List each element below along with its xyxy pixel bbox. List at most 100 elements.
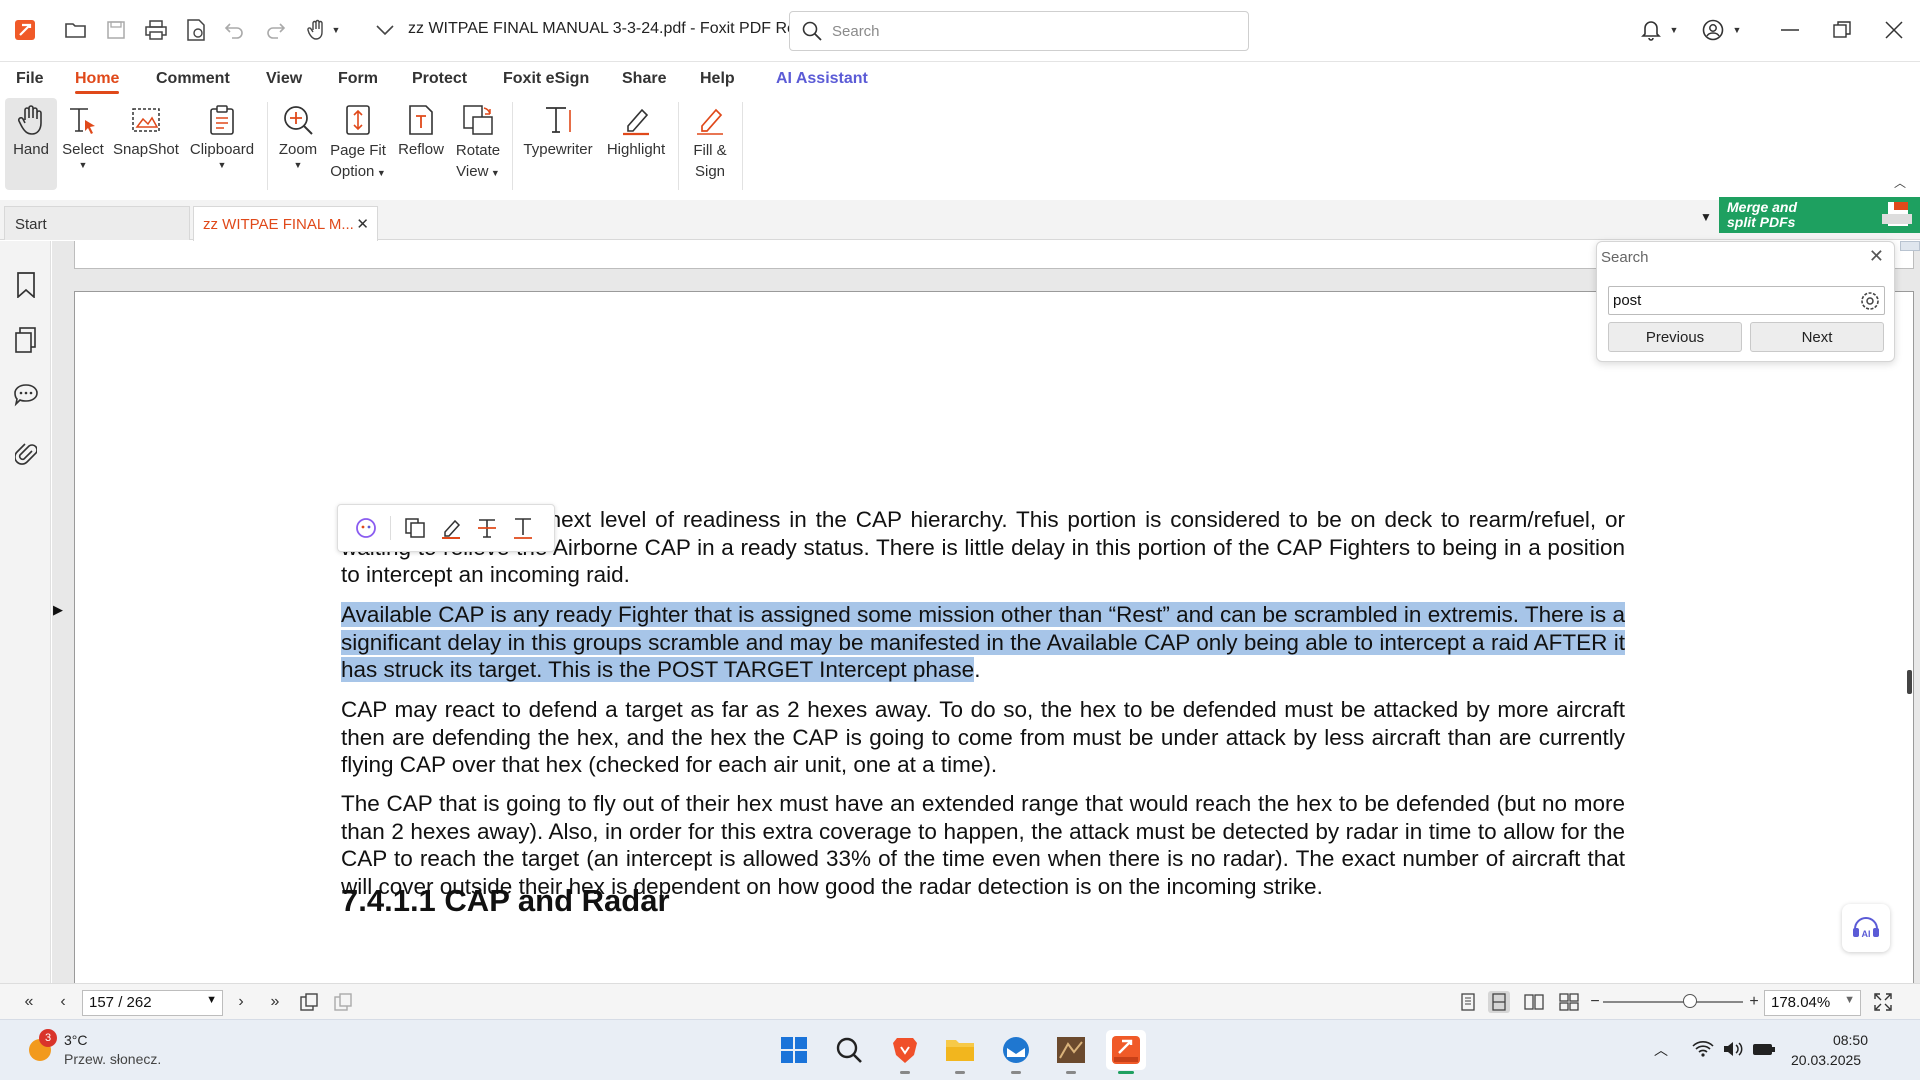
menu-tab-protect[interactable]: Protect [412,70,467,88]
create-pdf-icon[interactable] [181,15,211,45]
battery-icon[interactable] [1752,1040,1776,1063]
restore-window-icon[interactable] [1827,15,1857,45]
redo-icon[interactable] [261,15,291,45]
search-next-button[interactable]: Next [1750,322,1884,352]
global-search-box[interactable] [789,11,1249,51]
previous-page-icon[interactable]: ‹ [52,991,74,1013]
quick-access-menu-icon[interactable] [370,15,400,45]
previous-view-icon[interactable] [298,991,320,1013]
highlight-text-icon[interactable] [439,516,463,540]
tab-current-document[interactable]: zz WITPAE FINAL M... ✕ [193,206,378,241]
volume-icon[interactable] [1722,1040,1744,1063]
tab-start[interactable]: Start [4,206,190,240]
menu-tab-home[interactable]: Home [75,70,120,94]
open-folder-icon[interactable] [61,15,91,45]
zoom-in-icon[interactable]: + [1743,991,1765,1013]
strikethrough-icon[interactable] [475,516,499,540]
ribbon-separator [742,102,743,190]
menu-tab-help[interactable]: Help [700,70,735,88]
global-search-input[interactable] [832,20,1232,42]
clipboard-label: Clipboard [189,141,255,158]
next-view-icon[interactable] [332,991,354,1013]
menu-tab-form[interactable]: Form [338,70,378,88]
foxit-reader-taskbar-icon[interactable] [1106,1030,1146,1074]
page-thumbnails-icon[interactable] [12,326,40,354]
weather-description[interactable]: Przew. słonecz. [64,1051,161,1067]
clock-time[interactable]: 08:50 [1828,1032,1868,1048]
ai-assistant-icon[interactable] [354,516,378,540]
save-icon[interactable] [101,15,131,45]
chevron-down-icon[interactable]: ▼ [326,15,346,45]
menu-tab-ai-assistant[interactable]: AI Assistant [776,70,868,88]
zoom-button[interactable]: Zoom ▼ [274,98,322,190]
typewriter-button[interactable]: Typewriter [518,98,598,190]
zoom-slider-track[interactable] [1603,1001,1743,1003]
paragraph-available-cap[interactable]: Available CAP is any ready Fighter that … [341,601,1625,684]
expand-panel-arrow-icon[interactable]: ▶ [53,602,63,618]
undo-icon[interactable] [219,15,249,45]
account-avatar-icon[interactable] [1698,15,1728,45]
full-screen-icon[interactable] [1872,991,1894,1013]
facing-view-icon[interactable] [1523,991,1545,1013]
page-fit-option-button[interactable]: Page Fit Option ▼ [326,98,390,190]
chevron-down-icon[interactable]: ▼ [1664,15,1684,45]
search-previous-button[interactable]: Previous [1608,322,1742,352]
page-number-field[interactable]: 157 / 262 ▼ [82,990,223,1016]
snapshot-button[interactable]: SnapShot [111,98,181,190]
comments-icon[interactable] [12,381,40,409]
attachment-paperclip-icon[interactable] [12,439,40,467]
print-icon[interactable] [141,15,171,45]
weather-temperature[interactable]: 3°C [64,1032,88,1048]
weather-sun-icon[interactable]: 3 [26,1029,57,1064]
menu-tab-comment[interactable]: Comment [156,70,230,88]
next-page-icon[interactable]: › [230,991,252,1013]
close-search-icon[interactable]: ✕ [1869,246,1884,267]
single-page-view-icon[interactable] [1457,991,1479,1013]
continuous-view-icon[interactable] [1488,991,1510,1013]
menu-tab-foxit-esign[interactable]: Foxit eSign [503,70,589,88]
menu-tab-view[interactable]: View [266,70,302,88]
clipboard-button[interactable]: Clipboard ▼ [186,98,258,190]
close-tab-icon[interactable]: ✕ [356,215,369,233]
hand-button[interactable]: Hand [5,98,57,190]
underline-text-icon[interactable] [511,516,535,540]
search-highlight-selection[interactable]: Available CAP is any ready Fighter that … [341,602,1625,682]
highlight-button[interactable]: Highlight [602,98,670,190]
menu-tab-share[interactable]: Share [622,70,666,88]
document-tab-bar: Start zz WITPAE FINAL M... ✕ ▼ [0,200,1920,241]
tab-list-dropdown-icon[interactable]: ▼ [1700,210,1712,224]
thunderbird-icon[interactable] [996,1030,1036,1074]
reflow-button[interactable]: Reflow [394,98,448,190]
merge-split-promo-banner[interactable]: Merge and split PDFs [1719,197,1920,233]
zoom-slider-thumb[interactable] [1683,994,1697,1008]
first-page-icon[interactable]: « [18,991,40,1013]
collapse-ribbon-icon[interactable]: ︿ [1894,174,1906,191]
paragraph-cap-range[interactable]: CAP may react to defend a target as far … [341,696,1625,779]
fill-and-sign-button[interactable]: Fill & Sign [684,98,736,190]
last-page-icon[interactable]: » [264,991,286,1013]
taskbar-search-icon[interactable] [829,1030,869,1070]
wifi-icon[interactable] [1692,1040,1714,1063]
ai-assistant-bubble-icon[interactable]: AI [1842,904,1890,952]
game-app-icon[interactable] [1051,1030,1091,1074]
search-query-input[interactable] [1608,286,1885,315]
show-hidden-icons-chevron-icon[interactable]: ︿ [1654,1040,1668,1060]
pdf-merge-icon [1882,202,1912,226]
windows-start-icon[interactable] [774,1030,814,1070]
minimize-window-icon[interactable] [1775,15,1805,45]
copy-icon[interactable] [403,516,427,540]
close-window-icon[interactable] [1879,15,1909,45]
vertical-scrollbar-thumb[interactable] [1907,670,1912,694]
notifications-bell-icon[interactable] [1636,15,1666,45]
menu-tab-file[interactable]: File [16,70,44,88]
chevron-down-icon[interactable]: ▼ [1727,15,1747,45]
rotate-view-button[interactable]: Rotate View ▼ [451,98,505,190]
select-button[interactable]: Select ▼ [60,98,106,190]
clock-date[interactable]: 20.03.2025 [1791,1052,1861,1068]
file-explorer-icon[interactable] [940,1030,980,1074]
bookmark-icon[interactable] [12,271,40,299]
brave-browser-icon[interactable] [885,1030,925,1074]
zoom-level-field[interactable]: 178.04% ▼ [1764,990,1861,1016]
continuous-facing-view-icon[interactable] [1558,991,1580,1013]
search-options-gear-icon[interactable] [1859,290,1881,312]
